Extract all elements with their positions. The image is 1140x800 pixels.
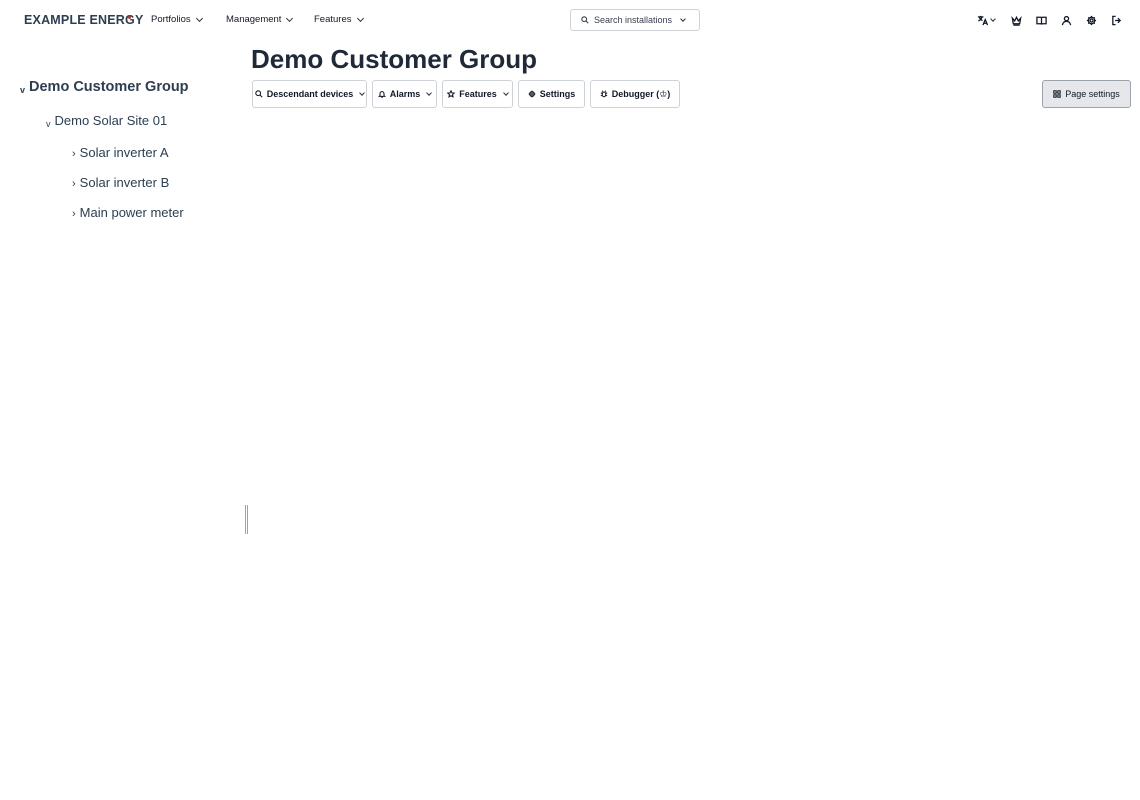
search-installations[interactable]: Search installations bbox=[570, 9, 700, 31]
settings-button[interactable] bbox=[1083, 12, 1099, 28]
profile-button[interactable] bbox=[1058, 12, 1074, 28]
user-icon bbox=[1061, 15, 1071, 25]
gear-icon bbox=[1086, 15, 1096, 25]
chevron-down-icon bbox=[286, 14, 294, 22]
menu-portfolios-label: Portfolios bbox=[151, 14, 191, 25]
bug-icon bbox=[600, 90, 607, 98]
translate-icon bbox=[977, 15, 988, 25]
debugger-label: Debugger (♔) bbox=[611, 88, 671, 99]
star-icon bbox=[447, 90, 456, 98]
tree-node-label: Main power meter bbox=[79, 205, 184, 220]
caret-down-icon[interactable]: v bbox=[20, 85, 25, 95]
features-label: Features bbox=[459, 89, 497, 99]
menu-portfolios[interactable]: Portfolios bbox=[151, 14, 203, 25]
documentation-button[interactable] bbox=[1033, 12, 1049, 28]
tree-node-solar-site[interactable]: v Demo Solar Site 01 bbox=[46, 113, 168, 129]
page-settings-button[interactable]: Page settings bbox=[1042, 80, 1131, 108]
bell-icon bbox=[377, 91, 386, 98]
settings-label: Settings bbox=[539, 89, 576, 99]
crown-icon bbox=[1010, 15, 1022, 26]
brand-logo[interactable]: EXAMPLE ENERGY bbox=[24, 13, 144, 27]
chevron-down-icon bbox=[356, 14, 364, 22]
chevron-down-icon bbox=[195, 14, 203, 22]
caret-right-icon[interactable]: › bbox=[72, 148, 76, 160]
search-icon bbox=[581, 16, 589, 24]
menu-management-label: Management bbox=[226, 14, 282, 25]
page-settings-label: Page settings bbox=[1065, 89, 1120, 99]
chevron-down-icon bbox=[426, 90, 433, 96]
logout-icon bbox=[1111, 15, 1121, 25]
tree-node-customer-group[interactable]: v Demo Customer Group bbox=[20, 79, 189, 95]
book-icon bbox=[1035, 16, 1047, 25]
caret-right-icon[interactable]: › bbox=[72, 178, 76, 190]
alarms-label: Alarms bbox=[389, 89, 421, 99]
page-title: Demo Customer Group bbox=[251, 44, 538, 74]
top-navigation: EXAMPLE ENERGY Portfolios Management Fea… bbox=[0, 0, 1140, 40]
layout-icon bbox=[1053, 90, 1061, 98]
search-icon bbox=[254, 90, 263, 98]
debugger-button[interactable]: Debugger (♔) bbox=[590, 80, 680, 108]
logout-button[interactable] bbox=[1108, 12, 1124, 28]
tree-node-label: Solar inverter B bbox=[79, 175, 170, 190]
menu-features[interactable]: Features bbox=[314, 14, 364, 25]
tree-node-label: Solar inverter A bbox=[79, 145, 169, 160]
admin-button[interactable] bbox=[1008, 12, 1024, 28]
alarms-button[interactable]: Alarms bbox=[372, 80, 437, 108]
menu-management[interactable]: Management bbox=[226, 14, 294, 25]
descendant-devices-button[interactable]: Descendant devices bbox=[252, 80, 367, 108]
caret-down-icon[interactable]: v bbox=[46, 119, 51, 129]
caret-right-icon[interactable]: › bbox=[72, 208, 76, 220]
search-label: Search installations bbox=[594, 15, 673, 25]
features-button[interactable]: Features bbox=[442, 80, 513, 108]
sidebar-resize-handle[interactable] bbox=[245, 505, 248, 534]
logo-text-mark: G bbox=[125, 13, 135, 27]
tree-node-label: Demo Solar Site 01 bbox=[54, 113, 168, 128]
chevron-down-icon bbox=[680, 15, 686, 22]
tree-node-device[interactable]: › Main power meter bbox=[72, 205, 184, 220]
logo-text-start: EXAMPLE ENER bbox=[24, 13, 126, 27]
tree-node-label: Demo Customer Group bbox=[29, 79, 189, 95]
gear-icon bbox=[528, 90, 536, 98]
chevron-down-icon bbox=[502, 90, 509, 96]
language-button[interactable] bbox=[974, 12, 998, 28]
menu-features-label: Features bbox=[314, 14, 352, 25]
tree-node-device[interactable]: › Solar inverter A bbox=[72, 145, 169, 160]
settings-button[interactable]: Settings bbox=[518, 80, 585, 108]
descendant-devices-label: Descendant devices bbox=[266, 89, 354, 99]
chevron-down-icon bbox=[990, 15, 996, 22]
tree-node-device[interactable]: › Solar inverter B bbox=[72, 175, 169, 190]
logo-text-end: Y bbox=[134, 13, 144, 27]
chevron-down-icon bbox=[359, 90, 366, 96]
